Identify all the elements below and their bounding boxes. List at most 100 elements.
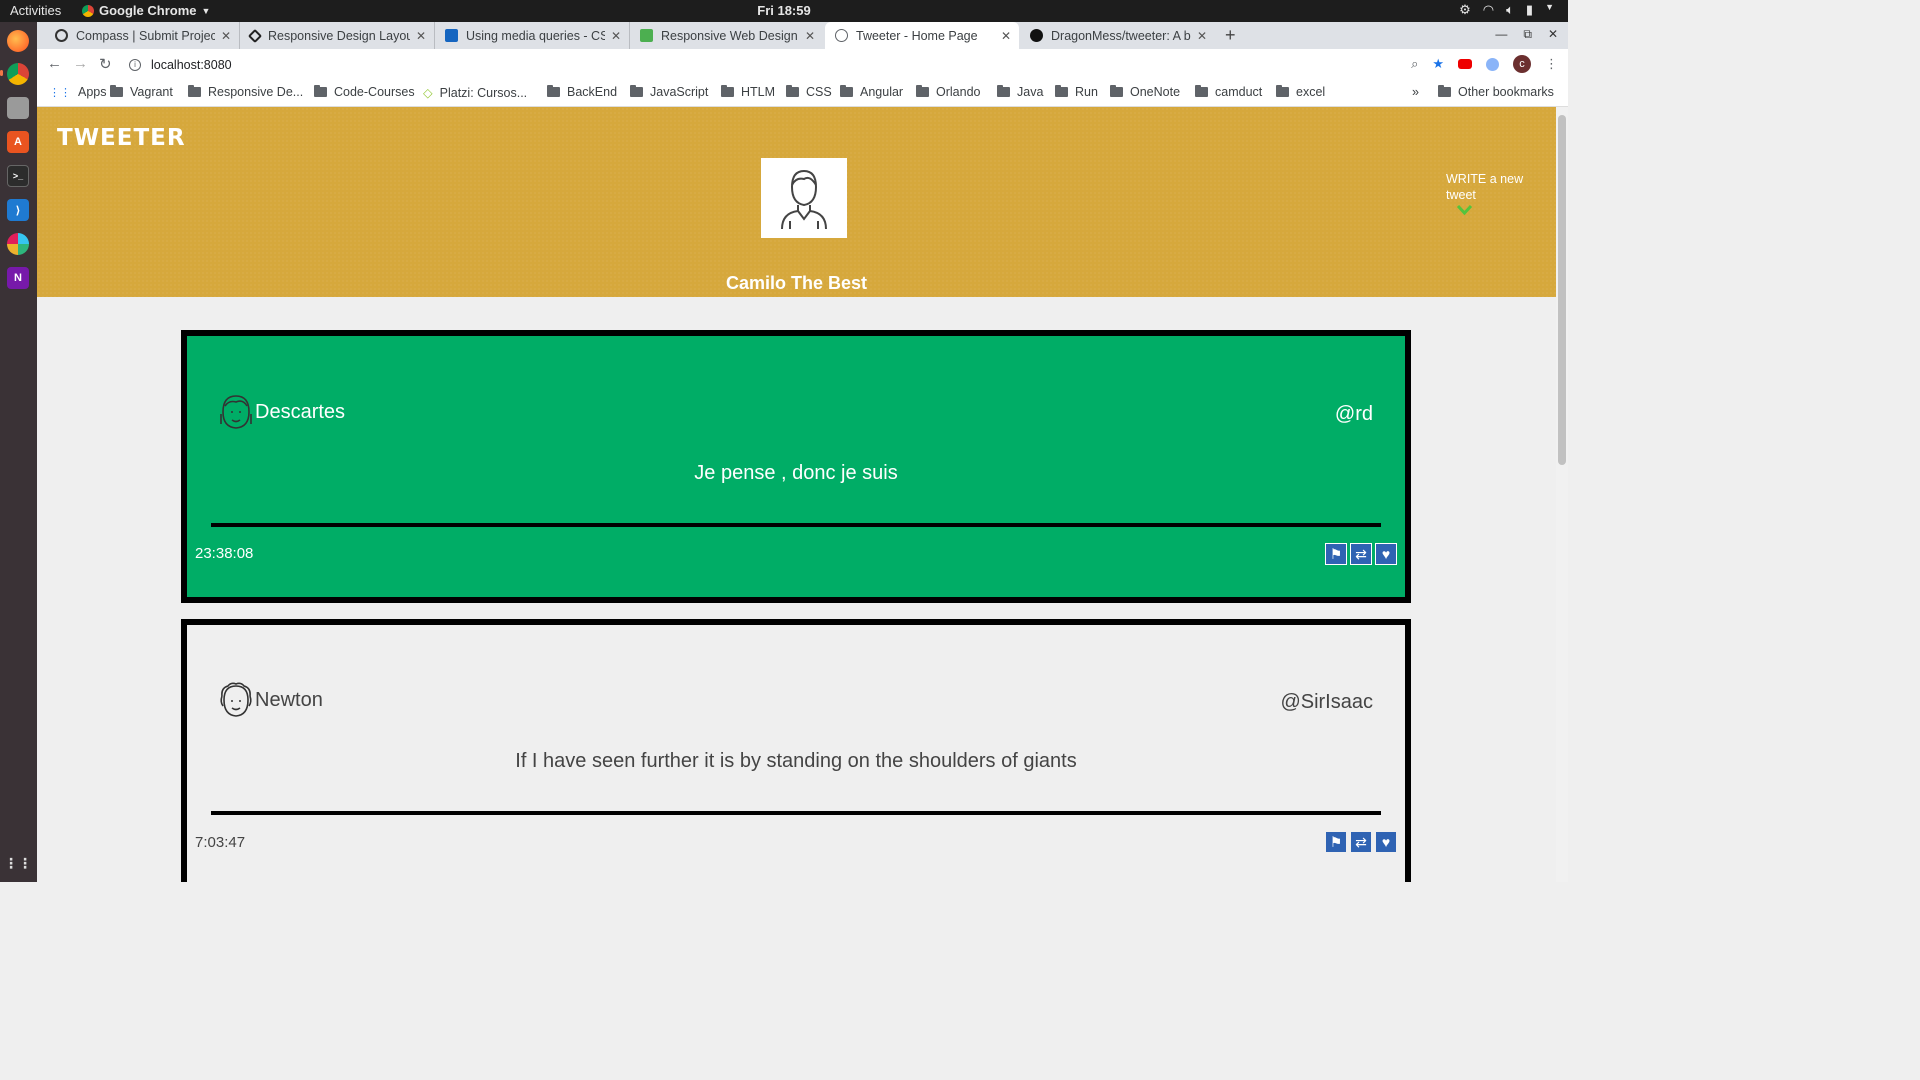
reload-button[interactable]: ↻ (99, 55, 112, 73)
author-name: Newton (255, 688, 323, 711)
flag-icon[interactable]: ⚑ (1325, 543, 1347, 565)
tab-github-tweeter[interactable]: DragonMess/tweeter: A b ✕ (1020, 22, 1215, 49)
bookmark-folder[interactable]: Java (997, 85, 1043, 99)
bookmark-platzi[interactable]: ◇ Platzi: Cursos... (423, 85, 527, 101)
bookmark-folder[interactable]: BackEnd (547, 85, 617, 99)
heart-icon[interactable]: ♥ (1375, 543, 1397, 565)
chrome-icon[interactable] (7, 63, 29, 85)
author-name: Descartes (255, 400, 346, 423)
folder-icon (630, 85, 643, 97)
vscode-icon[interactable]: ⟩ (7, 199, 29, 221)
bookmark-folder[interactable]: Orlando (916, 85, 980, 99)
bookmark-folder[interactable]: excel (1276, 85, 1325, 99)
heart-icon[interactable]: ♥ (1375, 831, 1397, 853)
minimize-button[interactable]: — (1495, 27, 1507, 42)
battery-icon: ▮ (1525, 2, 1534, 17)
folder-icon (1276, 85, 1289, 97)
url-text[interactable]: localhost:8080 (151, 58, 232, 72)
write-tweet-button[interactable]: WRITE a new tweet (1446, 171, 1536, 221)
bookmark-folder[interactable]: JavaScript (630, 85, 708, 99)
onenote-icon[interactable]: N (7, 267, 29, 289)
folder-icon (1195, 85, 1208, 97)
bookmark-folder[interactable]: CSS (786, 85, 832, 99)
address-bar[interactable]: i localhost:8080 (129, 54, 1409, 76)
bookmark-label: Java (1017, 85, 1044, 99)
tab-compass[interactable]: Compass | Submit Project ✕ (45, 22, 240, 49)
toolbar-actions: ⌕ ★ c ⋮ (1411, 55, 1558, 73)
restore-button[interactable]: ⧉ (1523, 27, 1532, 42)
bookmarks-bar: ⋮⋮ Apps Vagrant Responsive De... Code-Co… (37, 79, 1568, 107)
system-tray[interactable]: ⚙ ◠ 🔈︎ ▮ ▼ (1459, 2, 1554, 18)
star-icon[interactable]: ★ (1432, 56, 1444, 72)
flag-icon[interactable]: ⚑ (1325, 831, 1347, 853)
retweet-icon[interactable]: ⇄ (1350, 543, 1372, 565)
bookmark-folder[interactable]: Run (1055, 85, 1098, 99)
retweet-icon[interactable]: ⇄ (1350, 831, 1372, 853)
page-scrollbar[interactable] (1556, 107, 1568, 882)
bookmark-folder[interactable]: Vagrant (110, 85, 173, 99)
bookmarks-overflow[interactable]: » (1412, 85, 1419, 99)
software-center-icon[interactable]: A (7, 131, 29, 153)
new-tab-button[interactable]: + (1225, 25, 1236, 46)
youtube-extension-icon[interactable] (1458, 59, 1472, 69)
compose-label: WRITE a new tweet (1446, 172, 1524, 202)
menu-icon[interactable]: ⋮ (1545, 56, 1558, 72)
bookmark-label: camduct (1215, 85, 1263, 99)
clock[interactable]: Fri 18:59 (0, 3, 1568, 18)
close-icon[interactable]: ✕ (1197, 29, 1207, 43)
tab-title: Compass | Submit Project (76, 28, 215, 43)
close-icon[interactable]: ✕ (416, 29, 426, 43)
bookmark-label: Code-Courses (334, 85, 415, 99)
bookmark-folder[interactable]: Angular (840, 85, 903, 99)
github-icon (1030, 29, 1043, 42)
close-icon[interactable]: ✕ (221, 29, 231, 43)
tab-title: Responsive Web Design V (661, 28, 799, 43)
tab-title: Tweeter - Home Page (856, 28, 978, 43)
bookmark-label: Angular (860, 85, 904, 99)
brand-logo[interactable]: TWEETER (57, 125, 186, 151)
bookmark-folder[interactable]: Responsive De... (188, 85, 303, 99)
info-icon[interactable]: i (129, 59, 141, 71)
tab-responsive-layout[interactable]: Responsive Design Layout ✕ (240, 22, 435, 49)
folder-icon (997, 85, 1010, 97)
firefox-icon[interactable] (7, 30, 29, 52)
tab-title: DragonMess/tweeter: A b (1051, 28, 1191, 43)
bookmark-folder[interactable]: camduct (1195, 85, 1262, 99)
close-icon[interactable]: ✕ (611, 29, 621, 43)
tab-tweeter-home[interactable]: Tweeter - Home Page ✕ (825, 22, 1019, 49)
tweet-divider (211, 811, 1381, 815)
platzi-icon: ◇ (423, 86, 433, 100)
bookmark-folder[interactable]: HTLM (721, 85, 775, 99)
bookmark-label: BackEnd (567, 85, 618, 99)
tweet-card: Descartes @rd Je pense , donc je suis 23… (181, 330, 1411, 603)
profile-name: Camilo The Best (725, 273, 868, 293)
app-grid-icon[interactable]: ⋮⋮ (4, 852, 32, 874)
forward-button[interactable]: → (73, 55, 88, 72)
tab-responsive-web-design[interactable]: Responsive Web Design V ✕ (630, 22, 823, 49)
close-icon[interactable]: ✕ (1001, 29, 1011, 43)
back-button[interactable]: ← (47, 55, 62, 72)
bookmark-label: HTLM (741, 85, 776, 99)
tweet-card: Newton @SirIsaac If I have seen further … (181, 619, 1411, 882)
terminal-icon[interactable]: >_ (7, 165, 29, 187)
bookmark-apps[interactable]: ⋮⋮ Apps (49, 85, 107, 99)
tweet-actions: ⚑ ⇄ ♥ (1325, 831, 1397, 853)
tab-title: Using media queries - CSS (466, 28, 605, 43)
bookmark-label: Responsive De... (208, 85, 304, 99)
close-window-button[interactable]: ✕ (1548, 27, 1558, 42)
profile-avatar[interactable]: c (1513, 55, 1531, 73)
files-icon[interactable] (7, 97, 29, 119)
browser-chrome: Compass | Submit Project ✕ Responsive De… (37, 22, 1568, 107)
folder-icon (916, 85, 929, 97)
bookmark-folder[interactable]: OneNote (1110, 85, 1180, 99)
extension-icon[interactable] (1486, 57, 1499, 71)
folder-icon (786, 85, 799, 97)
close-icon[interactable]: ✕ (805, 29, 815, 43)
tab-media-queries[interactable]: Using media queries - CSS ✕ (435, 22, 630, 49)
zoom-icon[interactable]: ⌕ (1411, 56, 1418, 72)
slack-icon[interactable] (7, 233, 29, 255)
tab-strip: Compass | Submit Project ✕ Responsive De… (37, 22, 1568, 49)
bookmark-folder[interactable]: Code-Courses (314, 85, 415, 99)
other-bookmarks[interactable]: Other bookmarks (1438, 85, 1554, 99)
scrollbar-thumb[interactable] (1558, 115, 1566, 465)
